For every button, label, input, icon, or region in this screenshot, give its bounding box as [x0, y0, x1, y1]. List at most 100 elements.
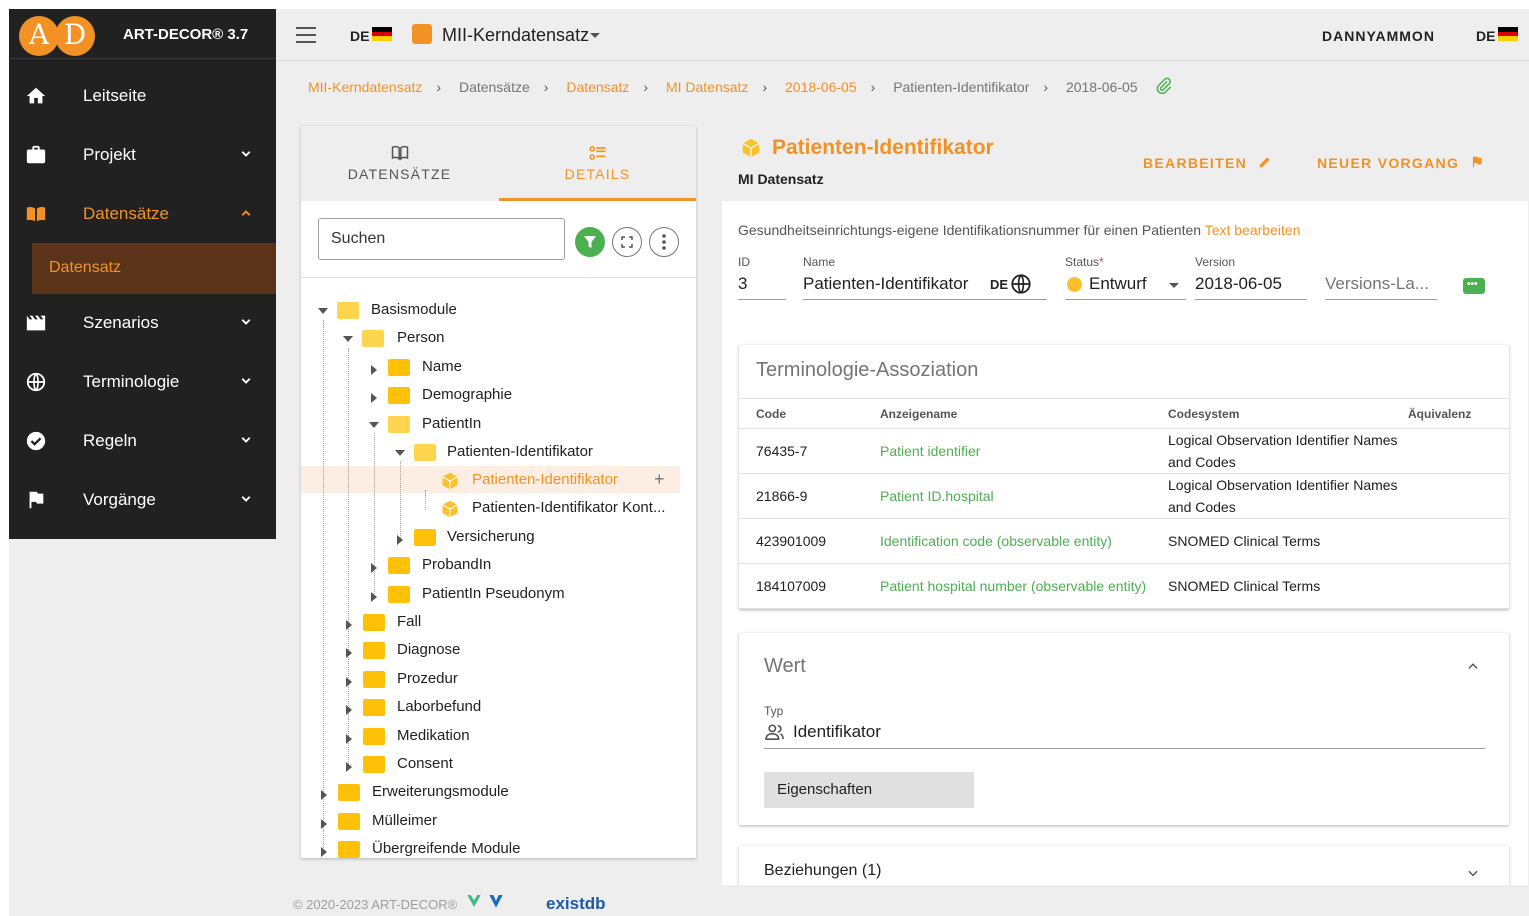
breadcrumb-item[interactable]: Datensatz	[566, 79, 629, 95]
sidebar-item-label: Regeln	[83, 431, 137, 450]
expand-arrow-icon[interactable]	[321, 819, 327, 829]
footer: © 2020-2023 ART-DECOR® existdb	[276, 885, 1529, 916]
table-row[interactable]: 184107009 Patient hospital number (obser…	[739, 563, 1509, 609]
menu-icon[interactable]	[296, 27, 316, 43]
version-label: Version	[1195, 255, 1236, 269]
vuetify-logo-icon	[489, 895, 503, 908]
dropdown-caret-icon[interactable]	[1169, 283, 1179, 288]
app-logo[interactable]: A D	[19, 16, 95, 56]
sidebar-item-terminologie[interactable]: Terminologie	[9, 354, 276, 410]
globe-icon	[26, 372, 46, 392]
home-icon	[26, 87, 46, 104]
expand-arrow-icon[interactable]	[346, 620, 352, 630]
breadcrumb-item[interactable]: 2018-06-05	[785, 79, 857, 95]
collapse-arrow-icon[interactable]	[395, 450, 405, 456]
folder-icon	[363, 642, 385, 659]
dropdown-caret-icon[interactable]	[590, 33, 600, 38]
add-icon[interactable]: +	[654, 469, 665, 490]
folder-icon	[363, 671, 385, 688]
chevron-down-icon[interactable]	[1466, 866, 1480, 880]
expand-arrow-icon[interactable]	[371, 393, 377, 403]
flag-icon	[29, 491, 44, 509]
properties-button[interactable]: Eigenschaften	[764, 772, 974, 808]
paperclip-icon[interactable]	[1155, 77, 1173, 95]
sidebar-item-projekt[interactable]: Projekt	[9, 127, 276, 183]
expand-all-button[interactable]	[612, 227, 642, 257]
sidebar-item-regeln[interactable]: Regeln	[9, 413, 276, 469]
folder-icon	[388, 586, 410, 603]
chevron-up-icon[interactable]	[1466, 659, 1480, 673]
collapse-arrow-icon[interactable]	[369, 422, 379, 428]
description: Gesundheitseinrichtungs-eigene Identifik…	[738, 222, 1301, 238]
collapse-arrow-icon[interactable]	[318, 308, 328, 314]
tab-datensaetze[interactable]: DATENSÄTZE	[301, 126, 498, 201]
sidebar-subitem-label: Datensatz	[49, 259, 122, 276]
user-menu[interactable]: DANNYAMMON	[1322, 28, 1435, 44]
detail-header: Patienten-Identifikator MI Datensatz BEA…	[722, 126, 1528, 201]
sidebar-subitem-datensatz[interactable]: Datensatz	[32, 243, 276, 294]
expand-arrow-icon[interactable]	[346, 705, 352, 715]
expand-arrow-icon[interactable]	[321, 790, 327, 800]
expand-arrow-icon[interactable]	[397, 535, 403, 545]
value-title: Wert	[764, 655, 806, 677]
terminology-table: Code Anzeigename Codesystem Äquivalenz 7…	[739, 398, 1509, 609]
more-vert-icon	[662, 234, 666, 250]
sidebar-item-szenarios[interactable]: Szenarios	[9, 295, 276, 351]
version-label-field[interactable]: Versions-La...	[1325, 274, 1429, 294]
edit-button[interactable]: BEARBEITEN	[1143, 155, 1272, 171]
expand-arrow-icon[interactable]	[371, 365, 377, 375]
table-row[interactable]: 21866-9 Patient ID.hospital Logical Obse…	[739, 473, 1509, 519]
tab-details[interactable]: DETAILS	[499, 126, 696, 201]
folder-icon	[363, 756, 385, 773]
breadcrumb-item[interactable]: MI Datensatz	[666, 79, 748, 95]
search-input[interactable]: Suchen	[318, 218, 565, 260]
new-issue-button[interactable]: NEUER VORGANG	[1317, 155, 1484, 171]
folder-icon	[388, 387, 410, 404]
expand-arrow-icon[interactable]	[371, 592, 377, 602]
table-row[interactable]: 423901009 Identification code (observabl…	[739, 518, 1509, 564]
sidebar-item-leitseite[interactable]: Leitseite	[9, 68, 276, 124]
user-language-selector[interactable]: DE	[1476, 28, 1495, 44]
more-options-button[interactable]	[649, 227, 679, 257]
expand-arrow-icon[interactable]	[321, 847, 327, 857]
language-selector[interactable]: DE	[350, 28, 369, 44]
chevron-down-icon	[241, 151, 251, 157]
expand-arrow-icon[interactable]	[346, 734, 352, 744]
field-underline	[1325, 299, 1437, 300]
field-underline	[803, 299, 1047, 300]
expand-arrow-icon[interactable]	[371, 563, 377, 573]
relations-card[interactable]: Beziehungen (1)	[739, 846, 1509, 885]
german-flag-icon	[1498, 27, 1518, 41]
field-underline	[738, 299, 786, 300]
name-language[interactable]: DE	[990, 277, 1008, 292]
sidebar-nav: A D ART-DECOR® 3.7 Leitseite Projekt Dat…	[9, 9, 276, 539]
version-field[interactable]: 2018-06-05	[1195, 274, 1282, 294]
expand-arrow-icon[interactable]	[346, 648, 352, 658]
german-flag-icon	[372, 27, 392, 41]
expand-arrow-icon[interactable]	[346, 762, 352, 772]
sidebar-item-datensaetze[interactable]: Datensätze	[9, 186, 276, 242]
folder-icon	[338, 784, 360, 801]
folder-icon	[338, 813, 360, 830]
sidebar-item-label: Projekt	[83, 145, 136, 164]
concept-cube-icon	[442, 500, 458, 518]
id-field[interactable]: 3	[738, 274, 747, 294]
project-selector[interactable]: MII-Kerndatensatz	[442, 25, 589, 46]
expand-arrow-icon[interactable]	[346, 677, 352, 687]
sidebar-item-vorgaenge[interactable]: Vorgänge	[9, 472, 276, 528]
breadcrumb-item[interactable]: MII-Kerndatensatz	[308, 79, 422, 95]
status-select[interactable]: Entwurf	[1089, 274, 1147, 294]
filter-icon	[584, 236, 596, 248]
globe-icon[interactable]	[1010, 273, 1032, 295]
copyright-text: © 2020-2023 ART-DECOR®	[293, 897, 458, 912]
tag-icon[interactable]: •••	[1463, 278, 1485, 294]
filter-button[interactable]	[575, 227, 605, 257]
edit-text-link[interactable]: Text bearbeiten	[1205, 222, 1301, 238]
collapse-arrow-icon[interactable]	[343, 336, 353, 342]
name-field[interactable]: Patienten-Identifikator	[803, 274, 968, 294]
terminology-title: Terminologie-Assoziation	[756, 359, 979, 381]
table-row[interactable]: 76435-7 Patient identifier Logical Obser…	[739, 428, 1509, 474]
sidebar-item-label: Terminologie	[83, 372, 180, 391]
active-tab-indicator	[499, 198, 696, 201]
briefcase-icon	[412, 24, 432, 44]
